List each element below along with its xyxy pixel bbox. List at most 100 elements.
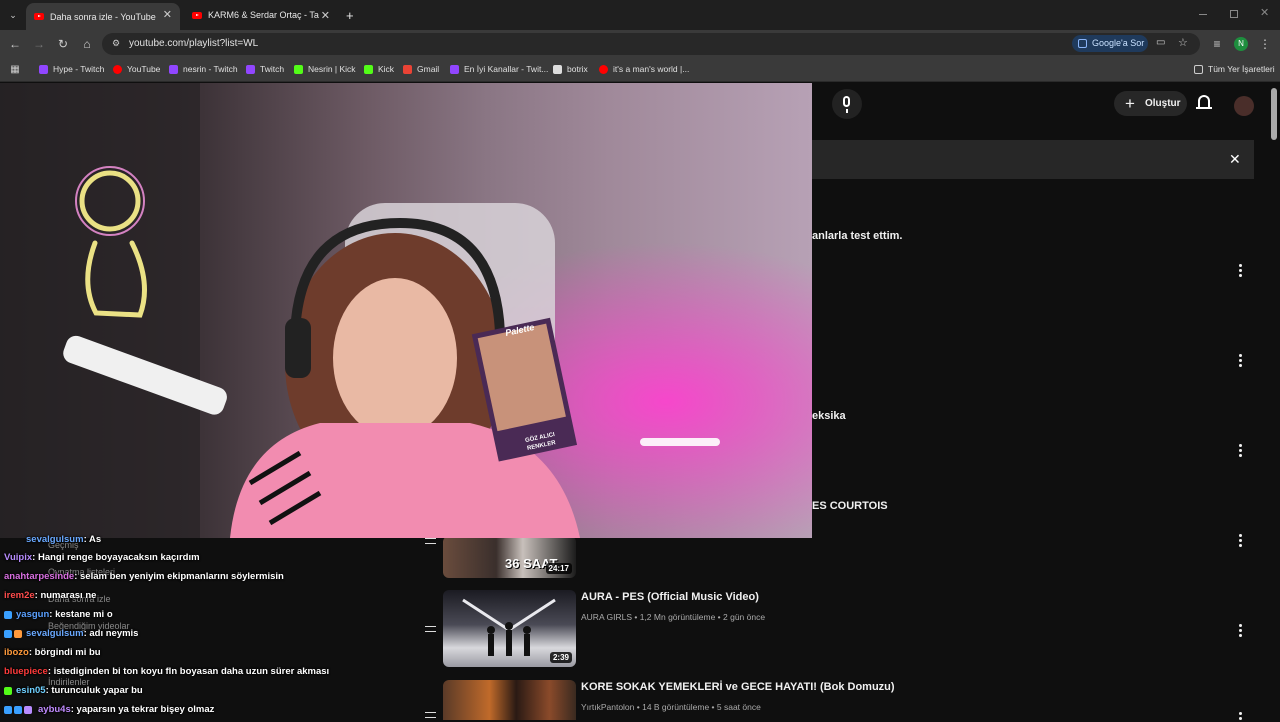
- tab-watch-later[interactable]: Daha sonra izle - YouTube ✕: [26, 3, 180, 30]
- video-thumbnail[interactable]: [443, 680, 576, 720]
- close-icon[interactable]: ✕: [163, 8, 172, 21]
- profile-avatar[interactable]: N: [1234, 37, 1248, 51]
- bookmark-label: it's a man's world |...: [613, 64, 690, 74]
- bookmark-nesrin-twitch[interactable]: nesrin - Twitch: [169, 64, 238, 74]
- video-title[interactable]: anlarla test ettim.: [812, 230, 902, 242]
- new-tab-button[interactable]: +: [346, 4, 354, 26]
- minimize-icon[interactable]: [1199, 14, 1207, 15]
- badge-icon: [4, 706, 12, 714]
- twitch-icon: [450, 64, 459, 74]
- twitch-icon: [246, 64, 255, 74]
- more-actions-icon[interactable]: [1239, 712, 1243, 722]
- bookmark-mans-world[interactable]: it's a man's world |...: [599, 64, 689, 74]
- tab-strip: ⌄ Daha sonra izle - YouTube ✕ KARM6 & Se…: [0, 0, 1280, 30]
- video-title[interactable]: ES COURTOIS: [812, 500, 888, 512]
- stream-overlay[interactable]: Palette GÖZ ALICI RENKLER: [0, 83, 812, 538]
- gmail-icon: [403, 64, 412, 74]
- close-window-icon[interactable]: ✕: [1260, 6, 1269, 19]
- bookmark-twitch[interactable]: Twitch: [246, 64, 284, 74]
- chat-message: esin05: turunculuk yapar bu: [4, 685, 143, 696]
- video-duration: 24:17: [545, 563, 572, 574]
- url-text: youtube.com/playlist?list=WL: [129, 38, 259, 49]
- notifications-icon-base: [1196, 107, 1212, 109]
- media-control-icon[interactable]: ≡: [1210, 37, 1224, 51]
- close-banner-icon[interactable]: ✕: [1229, 151, 1241, 168]
- bookmark-botrix[interactable]: botrix: [553, 64, 588, 74]
- google-sor-button[interactable]: Google'a Sor: [1072, 35, 1148, 52]
- video-title[interactable]: AURA - PES (Official Music Video): [581, 591, 759, 603]
- more-actions-icon[interactable]: [1239, 354, 1243, 369]
- bookmark-hype-twitch[interactable]: Hype - Twitch: [39, 64, 104, 74]
- chat-username: esin05: [16, 685, 46, 696]
- video-thumbnail[interactable]: 2:39: [443, 590, 576, 667]
- all-bookmarks-label: Tüm Yer İşaretleri: [1208, 64, 1275, 74]
- restore-icon[interactable]: [1230, 10, 1238, 18]
- bookmark-gmail[interactable]: Gmail: [403, 64, 439, 74]
- video-meta: AURA GIRLS • 1,2 Mn görüntüleme • 2 gün …: [581, 612, 766, 622]
- menu-icon[interactable]: ⋮: [1258, 37, 1272, 51]
- create-label: Oluştur: [1145, 98, 1181, 109]
- chat-text: : börgindi mi bu: [28, 647, 101, 658]
- chat-message: sevalgulsum: As: [26, 534, 101, 545]
- drag-handle[interactable]: [425, 538, 436, 544]
- playlist-info-banner: ✕: [812, 140, 1254, 179]
- video-title[interactable]: eksika: [812, 410, 846, 422]
- chat-username: anahtarpesinde: [4, 571, 75, 582]
- drag-handle[interactable]: [425, 712, 436, 718]
- bookmark-star-icon[interactable]: ☆: [1178, 36, 1188, 49]
- youtube-icon: [113, 64, 122, 74]
- bookmark-label: Nesrin | Kick: [308, 64, 356, 74]
- drag-handle[interactable]: [425, 626, 436, 632]
- chat-text: : Hangi renge boyayacaksın kaçırdım: [32, 552, 200, 563]
- home-icon[interactable]: ⌂: [80, 37, 94, 51]
- chat-text: : adı neymis: [83, 628, 139, 639]
- google-sor-label: Google'a Sor: [1092, 38, 1145, 48]
- chat-text: : kestane mi o: [49, 609, 113, 620]
- site-info-icon[interactable]: ⚙: [112, 38, 120, 49]
- google-lens-icon: [1078, 39, 1087, 48]
- more-actions-icon[interactable]: [1239, 624, 1243, 639]
- badge-icon: [14, 630, 22, 638]
- chat-text: : turunculuk yapar bu: [45, 685, 143, 696]
- chat-username: Vuipix: [4, 552, 33, 563]
- bookmark-label: nesrin - Twitch: [183, 64, 238, 74]
- all-bookmarks[interactable]: Tüm Yer İşaretleri: [1194, 64, 1275, 74]
- create-button[interactable]: + Oluştur: [1114, 91, 1187, 116]
- tab-search-icon[interactable]: ⌄: [6, 8, 20, 22]
- chat-text: : istediginden bi ton koyu fln boyasan d…: [47, 666, 330, 677]
- page-scrollbar[interactable]: [1271, 88, 1277, 140]
- plus-icon: +: [1125, 94, 1135, 113]
- microphone-stand-icon: [846, 109, 848, 113]
- more-actions-icon[interactable]: [1239, 534, 1243, 549]
- bookmark-youtube[interactable]: YouTube: [113, 64, 160, 74]
- back-icon[interactable]: ←: [8, 37, 22, 51]
- tab-karm6[interactable]: KARM6 & Serdar Ortaç - Ta Bur ✕: [184, 4, 338, 26]
- apps-icon[interactable]: ▦: [8, 63, 22, 77]
- avatar[interactable]: [1234, 96, 1254, 116]
- close-icon[interactable]: ✕: [321, 9, 330, 22]
- bookmark-nesrin-kick[interactable]: Nesrin | Kick: [294, 64, 356, 74]
- address-bar[interactable]: ⚙ youtube.com/playlist?list=WL Google'a …: [102, 33, 1200, 55]
- chat-text: : selam ben yeniyim ekipmanlarını söyler…: [74, 571, 284, 582]
- bookmark-label: Gmail: [417, 64, 440, 74]
- more-actions-icon[interactable]: [1239, 444, 1243, 459]
- chat-username: ibozo: [4, 647, 29, 658]
- bookmark-label: Twitch: [260, 64, 285, 74]
- chat-username: bluepiece: [4, 666, 48, 677]
- chat-text: : As: [83, 534, 102, 545]
- reload-icon[interactable]: ↻: [56, 37, 70, 51]
- bookmark-label: botrix: [567, 64, 588, 74]
- twitch-icon: [39, 64, 48, 74]
- bookmark-kick[interactable]: Kick: [364, 64, 394, 74]
- bookmark-en-iyi-kanallar[interactable]: En İyi Kanallar - Twit...: [450, 64, 548, 74]
- chat-message: yasgun: kestane mi o: [4, 609, 113, 620]
- folder-icon: [1194, 64, 1203, 74]
- botrix-icon: [553, 64, 562, 74]
- browser-toolbar: ← → ↻ ⌂ ⚙ youtube.com/playlist?list=WL G…: [0, 30, 1280, 58]
- badge-icon: [4, 630, 12, 638]
- video-title[interactable]: KORE SOKAK YEMEKLERİ ve GECE HAYATI! (Bo…: [581, 681, 895, 693]
- install-icon[interactable]: ▭: [1156, 37, 1165, 48]
- video-thumbnail[interactable]: 36 SAAT 24:17: [443, 536, 576, 578]
- forward-icon[interactable]: →: [32, 37, 46, 51]
- more-actions-icon[interactable]: [1239, 264, 1243, 279]
